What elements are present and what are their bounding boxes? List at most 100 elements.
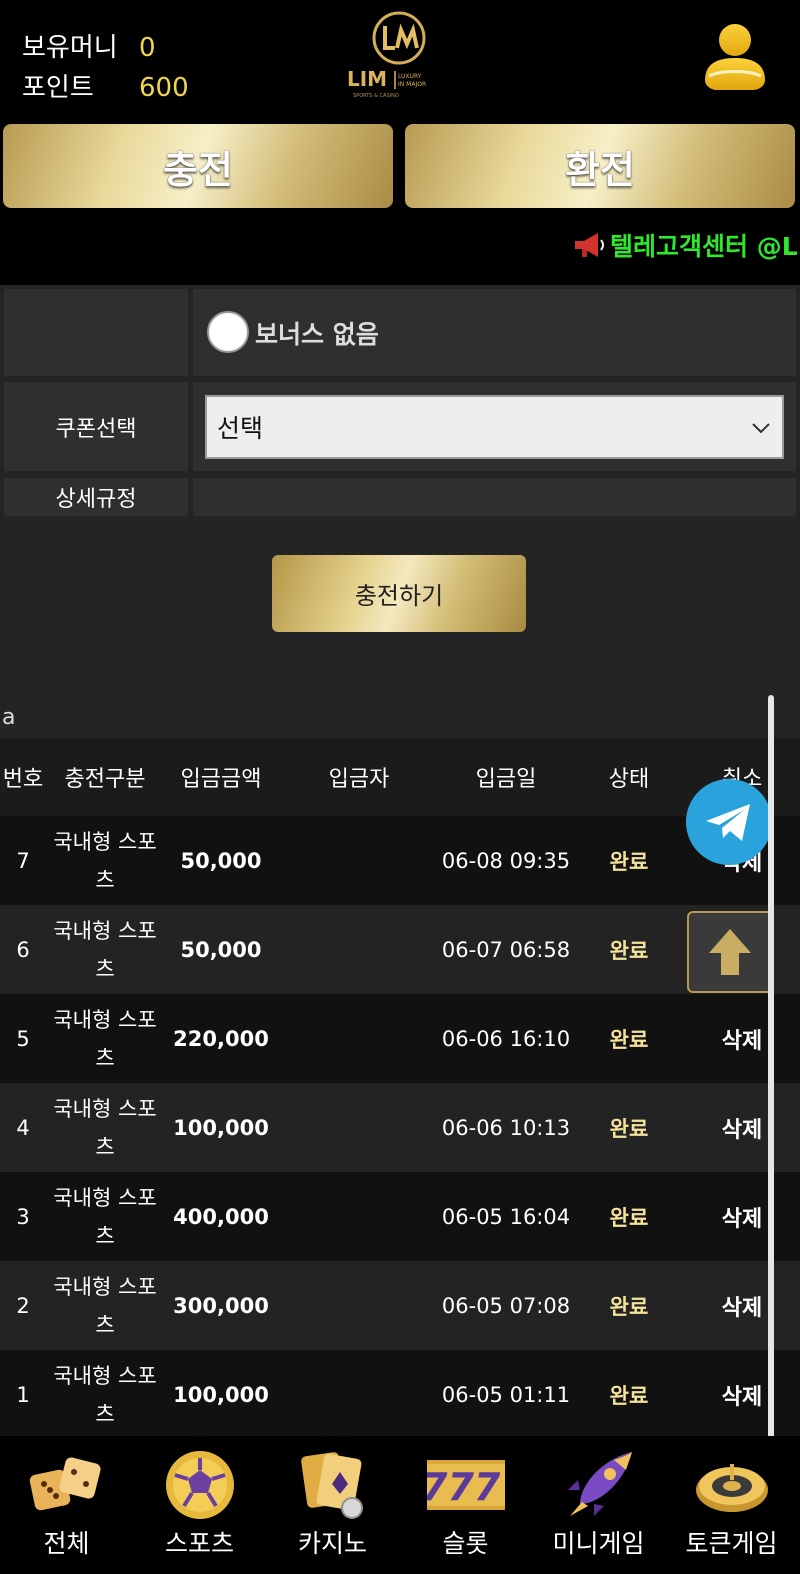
- row-status: 완료: [609, 1383, 649, 1408]
- col-no: 번호: [2, 767, 44, 792]
- row-type: 국내형 스포츠: [53, 1096, 157, 1159]
- nav-casino[interactable]: 카지노: [266, 1436, 399, 1574]
- megaphone-icon: [575, 233, 604, 257]
- nav-all[interactable]: 전체: [0, 1436, 133, 1574]
- money-label: 보유머니: [22, 33, 118, 63]
- row-status: 완료: [609, 1205, 649, 1230]
- nav-sports[interactable]: 스포츠: [133, 1436, 266, 1574]
- point-label: 포인트: [22, 73, 94, 103]
- col-amount: 입금금액: [180, 767, 262, 792]
- bonus-none-label: 보너스 없음: [255, 320, 379, 349]
- chevron-down-icon: [752, 423, 770, 434]
- row-date: 06-07 06:58: [441, 937, 571, 962]
- row-status: 완료: [609, 1116, 649, 1141]
- nav-label: 스포츠: [164, 1529, 234, 1558]
- user-icon[interactable]: [703, 22, 767, 92]
- cards-icon: [301, 1452, 363, 1519]
- row-date: 06-05 07:08: [441, 1293, 571, 1318]
- row-amount: 100,000: [173, 1382, 269, 1407]
- scrollbar[interactable]: [768, 695, 774, 1535]
- notice-marquee[interactable]: 텔레고객센터 @L: [572, 228, 798, 262]
- row-type: 국내형 스포츠: [53, 1363, 157, 1426]
- svg-text:777: 777: [427, 1465, 501, 1509]
- coupon-select[interactable]: 선택: [205, 395, 784, 459]
- section-letter: a: [2, 705, 16, 730]
- row-date: 06-05 16:04: [441, 1204, 571, 1229]
- nav-label: 토큰게임: [685, 1529, 778, 1558]
- table-row: 6 국내형 스포츠 50,000 06-07 06:58 완료 삭제: [0, 905, 800, 994]
- rules-row: 상세규정: [4, 478, 796, 516]
- telegram-icon[interactable]: [686, 779, 772, 865]
- col-status: 상태: [608, 767, 650, 792]
- logo-tagline: SPORTS & CASINO: [353, 93, 399, 99]
- bonus-none-radio[interactable]: [207, 311, 249, 353]
- coupon-label: 쿠폰선택: [4, 382, 188, 471]
- row-date: 06-05 01:11: [441, 1382, 571, 1407]
- logo-text: LIM: [347, 67, 387, 91]
- row-no: 5: [16, 1026, 30, 1051]
- bonus-row: 보너스 없음: [4, 289, 796, 376]
- row-status: 완료: [609, 849, 649, 874]
- charge-tab-button[interactable]: 충전: [3, 124, 393, 208]
- row-amount: 100,000: [173, 1115, 269, 1140]
- table-header: 번호 충전구분 입금금액 입금자 입금일 상태 취소: [0, 738, 800, 816]
- row-amount: 220,000: [173, 1026, 269, 1051]
- row-date: 06-06 10:13: [441, 1115, 571, 1140]
- nav-minigame[interactable]: 미니게임: [532, 1436, 665, 1574]
- row-date: 06-08 09:35: [441, 848, 571, 873]
- roulette-icon: [696, 1464, 768, 1512]
- row-no: 1: [16, 1382, 30, 1407]
- table-row: 7 국내형 스포츠 50,000 06-08 09:35 완료 삭제: [0, 816, 800, 905]
- bottom-nav: 전체 스포츠 카지노 777 슬롯 미니게임 토큰게임: [0, 1436, 800, 1574]
- balance-panel: 보유머니 0 포인트 600: [22, 28, 189, 108]
- row-no: 3: [16, 1204, 30, 1229]
- brand-logo[interactable]: LIM LUXURY IN MAJOR SPORTS & CASINO: [345, 8, 455, 100]
- row-no: 6: [16, 937, 30, 962]
- money-value: 0: [139, 33, 156, 63]
- row-date: 06-06 16:10: [441, 1026, 571, 1051]
- point-value: 600: [139, 73, 189, 103]
- submit-charge-button[interactable]: 충전하기: [272, 555, 526, 632]
- rules-label: 상세규정: [4, 478, 188, 516]
- col-date: 입금일: [475, 767, 537, 792]
- nav-label: 카지노: [297, 1529, 367, 1558]
- nav-slot[interactable]: 777 슬롯: [399, 1436, 532, 1574]
- dice-icon: [29, 1457, 101, 1511]
- table-row: 5 국내형 스포츠 220,000 06-06 16:10 완료 삭제: [0, 994, 800, 1083]
- deposit-page: 보유머니 0 포인트 600 LIM LUXURY IN MAJOR SPORTS …: [0, 0, 800, 1574]
- row-amount: 50,000: [180, 937, 262, 962]
- col-depositor: 입금자: [328, 767, 390, 792]
- row-depositor: [300, 1172, 418, 1261]
- row-depositor: [300, 1350, 418, 1439]
- exchange-tab-button[interactable]: 환전: [405, 124, 795, 208]
- table-row: 2 국내형 스포츠 300,000 06-05 07:08 완료 삭제: [0, 1261, 800, 1350]
- row-depositor: [300, 816, 418, 905]
- svg-text:LUXURY: LUXURY: [398, 73, 422, 80]
- row-depositor: [300, 994, 418, 1083]
- header: 보유머니 0 포인트 600 LIM LUXURY IN MAJOR SPORTS …: [0, 0, 800, 285]
- row-type: 국내형 스포츠: [53, 918, 157, 981]
- row-amount: 50,000: [180, 848, 262, 873]
- row-amount: 400,000: [173, 1204, 269, 1229]
- row-amount: 300,000: [173, 1293, 269, 1318]
- table-row: 1 국내형 스포츠 100,000 06-05 01:11 완료 삭제: [0, 1350, 800, 1439]
- table-row: 3 국내형 스포츠 400,000 06-05 16:04 완료 삭제: [0, 1172, 800, 1261]
- coupon-selected-value: 선택: [217, 414, 264, 443]
- rocket-icon: [568, 1452, 632, 1516]
- row-type: 국내형 스포츠: [53, 1007, 157, 1070]
- row-type: 국내형 스포츠: [53, 1274, 157, 1337]
- row-no: 4: [16, 1115, 30, 1140]
- table-row: 4 국내형 스포츠 100,000 06-06 10:13 완료 삭제: [0, 1083, 800, 1172]
- arrow-up-icon: [709, 929, 751, 975]
- row-no: 7: [16, 848, 30, 873]
- nav-label: 슬롯: [442, 1529, 489, 1558]
- row-depositor: [300, 905, 418, 994]
- col-type: 충전구분: [64, 767, 146, 792]
- row-status: 완료: [609, 938, 649, 963]
- nav-label: 미니게임: [552, 1529, 645, 1558]
- row-type: 국내형 스포츠: [53, 829, 157, 892]
- scroll-top-button[interactable]: [687, 911, 773, 993]
- nav-label: 전체: [43, 1529, 90, 1558]
- nav-token-game[interactable]: 토큰게임: [665, 1436, 798, 1574]
- row-status: 완료: [609, 1294, 649, 1319]
